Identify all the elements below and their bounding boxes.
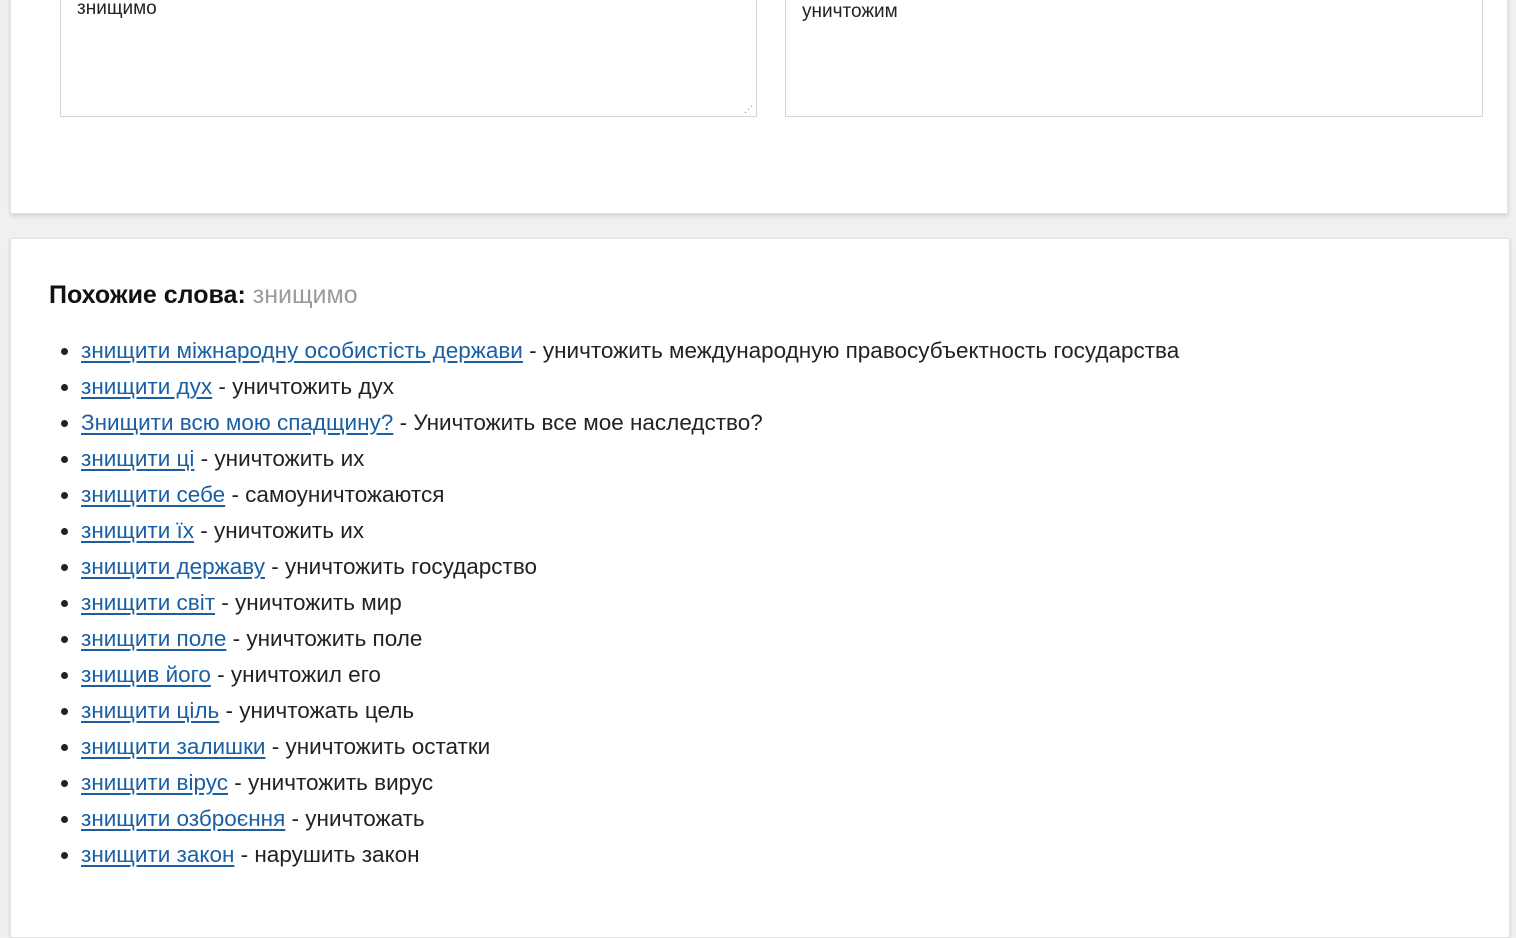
similar-word-translation: - уничтожить государство [264,554,538,579]
similar-word-item: знищити залишки - уничтожить остатки [81,729,1179,765]
similar-word-item: знищити світ - уничтожить мир [81,585,1179,621]
similar-word-link[interactable]: знищити державу [81,554,265,579]
translator-card: знищимо ⋰ уничтожим [10,0,1508,214]
similar-word-translation: - уничтожить дух [212,374,394,399]
similar-word-item: Знищити всю мою спадщину? - Уничтожить в… [81,405,1179,441]
similar-word-link[interactable]: знищити себе [81,482,225,507]
similar-words-list: знищити міжнародну особистість держави -… [49,333,1179,873]
similar-word-translation: - уничтожить международную правосубъектн… [522,338,1180,363]
similar-words-query: знищимо [252,281,358,309]
similar-word-link[interactable]: знищити залишки [81,734,266,759]
similar-word-translation: - самоуничтожаются [225,482,445,507]
similar-word-link[interactable]: знищити міжнародну особистість держави [81,338,523,363]
similar-word-item: знищити закон - нарушить закон [81,837,1179,873]
similar-word-item: знищити їх - уничтожить их [81,513,1179,549]
similar-word-item: знищити вірус - уничтожить вирус [81,765,1179,801]
similar-word-translation: - уничтожать цель [219,698,415,723]
similar-word-translation: - Уничтожить все мое наследство? [393,410,763,435]
similar-words-card: Похожие слова: знищимо знищити міжнародн… [10,238,1510,938]
similar-word-item: знищив його - уничтожил его [81,657,1179,693]
similar-word-link[interactable]: знищити ці [81,446,194,471]
similar-word-link[interactable]: знищити закон [81,842,234,867]
similar-word-translation: - уничтожить остатки [265,734,491,759]
similar-word-translation: - уничтожать [285,806,425,831]
similar-word-translation: - уничтожить вирус [227,770,434,795]
similar-word-item: знищити міжнародну особистість держави -… [81,333,1179,369]
similar-word-translation: - уничтожить их [194,518,365,543]
similar-word-item: знищити дух - уничтожить дух [81,369,1179,405]
similar-word-link[interactable]: знищити світ [81,590,215,615]
similar-word-item: знищити озброєння - уничтожать [81,801,1179,837]
translation-output[interactable]: уничтожим [785,0,1483,117]
similar-word-link[interactable]: знищити їх [81,518,194,543]
similar-word-link[interactable]: знищив його [81,662,211,687]
similar-words-heading: Похожие слова: знищимо [49,281,358,310]
similar-word-link[interactable]: Знищити всю мою спадщину? [81,410,393,435]
similar-word-translation: - уничтожить их [194,446,365,471]
similar-word-item: знищити ці - уничтожить их [81,441,1179,477]
similar-word-link[interactable]: знищити вірус [81,770,228,795]
similar-word-translation: - уничтожил его [210,662,381,687]
source-textarea[interactable]: знищимо ⋰ [60,0,757,117]
similar-word-item: знищити державу - уничтожить государство [81,549,1179,585]
similar-word-link[interactable]: знищити дух [81,374,212,399]
similar-word-item: знищити ціль - уничтожать цель [81,693,1179,729]
resize-handle-icon[interactable]: ⋰ [744,105,753,114]
similar-word-link[interactable]: знищити озброєння [81,806,285,831]
similar-word-translation: - уничтожить поле [226,626,423,651]
source-text: знищимо [77,0,157,19]
similar-words-label: Похожие слова: [49,281,246,309]
similar-word-item: знищити поле - уничтожить поле [81,621,1179,657]
translation-text: уничтожим [802,1,898,22]
similar-word-translation: - уничтожить мир [215,590,402,615]
similar-word-item: знищити себе - самоуничтожаются [81,477,1179,513]
similar-word-link[interactable]: знищити ціль [81,698,219,723]
similar-word-link[interactable]: знищити поле [81,626,226,651]
similar-word-translation: - нарушить закон [234,842,420,867]
